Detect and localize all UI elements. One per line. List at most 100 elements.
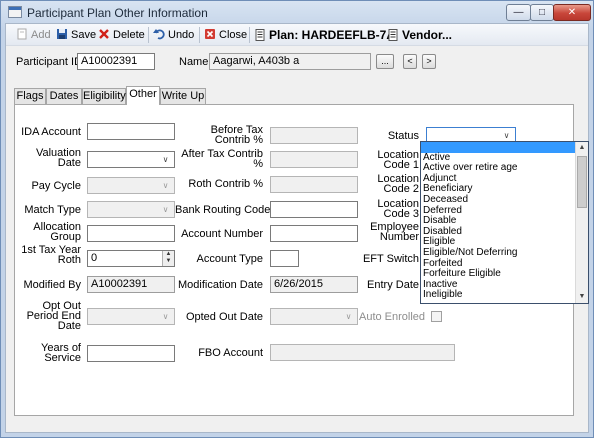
- auto-enrolled-checkbox[interactable]: [431, 311, 442, 322]
- spin-down-icon[interactable]: ▼: [166, 258, 172, 264]
- spin-up-icon[interactable]: ▲: [166, 251, 172, 257]
- scroll-down-icon[interactable]: ▼: [576, 291, 588, 303]
- delete-button[interactable]: Delete: [98, 27, 145, 43]
- status-option[interactable]: Deceased: [421, 194, 588, 206]
- close-label: Close: [219, 29, 248, 41]
- tab-write-up[interactable]: Write Up: [160, 88, 206, 104]
- close-button[interactable]: Close: [204, 27, 247, 43]
- years-of-service-label: Years of Service: [41, 342, 81, 364]
- add-button[interactable]: Add: [16, 27, 51, 43]
- document-icon: [255, 29, 265, 41]
- close-icon: [205, 29, 215, 39]
- opted-out-date-picker[interactable]: ∨: [270, 308, 358, 325]
- status-label: Status: [387, 130, 419, 142]
- spin-buttons[interactable]: ▲ ▼: [162, 251, 174, 266]
- match-type-select[interactable]: ∨: [87, 201, 175, 218]
- match-type-label: Match Type: [24, 204, 81, 216]
- account-number-field[interactable]: [270, 225, 358, 242]
- valuation-date-label: Valuation Date: [35, 147, 81, 169]
- toolbar-separator: [249, 27, 250, 43]
- fbo-account-label: FBO Account: [198, 347, 263, 359]
- toolbar-separator: [199, 27, 200, 43]
- status-dropdown-list[interactable]: Active Active over retire age Adjunct Be…: [420, 141, 589, 304]
- document-icon: [388, 29, 398, 41]
- account-type-field[interactable]: [270, 250, 299, 267]
- status-option[interactable]: Ineligible: [421, 290, 588, 301]
- scroll-up-icon[interactable]: ▲: [576, 142, 588, 154]
- lookup-button[interactable]: ...: [376, 54, 394, 69]
- location-code-2-label: Location Code 2: [377, 173, 419, 195]
- ida-account-label: IDA Account: [21, 126, 81, 138]
- account-number-label: Account Number: [181, 228, 263, 240]
- before-tax-contrib-field: [270, 127, 358, 144]
- roth-contrib-label: Roth Contrib %: [188, 178, 263, 190]
- dropdown-scrollbar[interactable]: ▲ ▼: [575, 142, 588, 303]
- plan-label: Plan: HARDEEFLB-7A: [269, 28, 396, 42]
- bank-routing-code-field[interactable]: [270, 201, 358, 218]
- add-label: Add: [31, 29, 51, 41]
- years-of-service-field[interactable]: [87, 345, 175, 362]
- entry-date-label: Entry Date: [367, 279, 419, 291]
- maximize-button[interactable]: □: [530, 4, 554, 21]
- save-label: Save: [71, 29, 97, 41]
- window-title: Participant Plan Other Information: [27, 6, 208, 20]
- first-tax-year-roth-spinner[interactable]: 0 ▲ ▼: [87, 250, 175, 267]
- plan-button[interactable]: Plan: HARDEEFLB-7A: [254, 27, 395, 43]
- status-option[interactable]: Eligible/Not Deferring: [421, 247, 588, 259]
- minimize-button[interactable]: —: [506, 4, 531, 21]
- window: Participant Plan Other Information — □ ✕…: [0, 0, 594, 438]
- modification-date-field: 6/26/2015: [270, 276, 358, 293]
- title-bar[interactable]: Participant Plan Other Information — □ ✕: [1, 1, 593, 23]
- undo-icon: [153, 29, 165, 40]
- delete-icon: [99, 29, 109, 39]
- after-tax-contrib-label: After Tax Contrib %: [181, 148, 263, 170]
- previous-record-button[interactable]: <: [403, 54, 417, 69]
- name-field[interactable]: Aagarwi, A403b a: [209, 53, 371, 70]
- valuation-date-picker[interactable]: ∨: [87, 151, 175, 168]
- pay-cycle-select[interactable]: ∨: [87, 177, 175, 194]
- name-label: Name: [179, 56, 209, 68]
- close-window-button[interactable]: ✕: [553, 4, 591, 21]
- undo-button[interactable]: Undo: [153, 27, 194, 43]
- employee-number-label: Employee Number: [370, 221, 419, 243]
- vendor-label: Vendor...: [402, 28, 453, 42]
- first-tax-year-roth-value: 0: [91, 252, 98, 264]
- scrollbar-thumb[interactable]: [577, 156, 587, 208]
- account-type-label: Account Type: [196, 253, 263, 265]
- allocation-group-field[interactable]: [87, 225, 175, 242]
- chevron-down-icon[interactable]: ∨: [341, 310, 356, 323]
- next-record-button[interactable]: >: [422, 54, 436, 69]
- vendor-button[interactable]: Vendor...: [387, 27, 452, 43]
- toolbar: Add Save Delete Undo Close Plan: HARDEEF…: [6, 24, 588, 46]
- tab-dates[interactable]: Dates: [46, 88, 82, 104]
- chevron-down-icon[interactable]: ∨: [158, 179, 173, 192]
- bank-routing-code-label: Bank Routing Code: [175, 204, 271, 216]
- after-tax-contrib-field: [270, 151, 358, 168]
- participant-id-field[interactable]: A10002391: [77, 53, 155, 70]
- modification-date-label: Modification Date: [178, 279, 263, 291]
- modified-by-label: Modified By: [23, 279, 81, 291]
- add-icon: [17, 28, 27, 40]
- opt-out-period-end-date-picker[interactable]: ∨: [87, 308, 175, 325]
- status-option-blank[interactable]: [421, 142, 588, 153]
- app-icon: [8, 6, 22, 18]
- chevron-down-icon[interactable]: ∨: [158, 203, 173, 216]
- toolbar-separator: [148, 27, 149, 43]
- delete-label: Delete: [113, 29, 145, 41]
- tab-flags[interactable]: Flags: [14, 88, 46, 104]
- chevron-down-icon[interactable]: ∨: [158, 153, 173, 166]
- fbo-account-field: [270, 344, 455, 361]
- tab-eligibility[interactable]: Eligibility: [82, 88, 126, 104]
- before-tax-contrib-label: Before Tax Contrib %: [210, 124, 263, 146]
- first-tax-year-roth-label: 1st Tax Year Roth: [21, 244, 81, 266]
- eft-switch-label: EFT Switch: [362, 253, 419, 265]
- save-button[interactable]: Save: [56, 27, 96, 43]
- participant-id-label: Participant ID: [16, 56, 83, 68]
- chevron-down-icon[interactable]: ∨: [158, 310, 173, 323]
- opted-out-date-label: Opted Out Date: [185, 311, 263, 323]
- auto-enrolled-label: Auto Enrolled: [359, 311, 426, 323]
- ida-account-field[interactable]: [87, 123, 175, 140]
- tab-other[interactable]: Other: [126, 86, 160, 105]
- save-icon: [57, 29, 67, 39]
- undo-label: Undo: [168, 29, 195, 41]
